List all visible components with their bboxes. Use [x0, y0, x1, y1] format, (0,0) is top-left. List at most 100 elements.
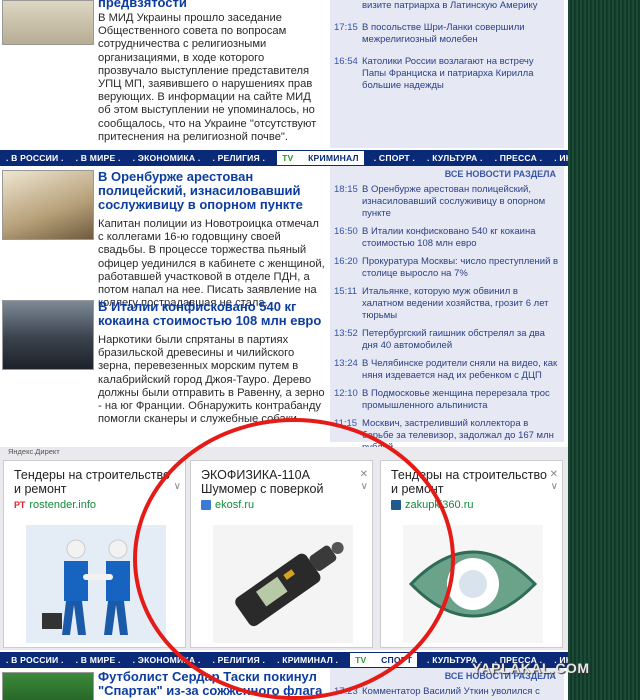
ad-domain-text: zakupki360.ru — [405, 499, 474, 511]
nav-sport[interactable]: . СПОРТ . — [374, 153, 415, 163]
news-time: 12:10 — [334, 388, 358, 399]
article-thumbnail[interactable] — [2, 300, 94, 370]
nav-inopressa[interactable]: . ИНОПРЕССА . — [554, 153, 568, 163]
favicon-icon — [201, 500, 211, 510]
news-text[interactable]: Петербургский гаишник обстрелял за два д… — [362, 328, 560, 352]
ad-card[interactable]: Тендеры на строительство и ремонт РТ ros… — [3, 460, 186, 648]
news-time — [334, 0, 362, 12]
article: предвзятости В МИД Украины прошло заседа… — [98, 0, 326, 144]
nav-crime-active[interactable]: TV КРИМИНАЛ — [277, 151, 364, 165]
news-item[interactable]: 18:15 В Оренбурже арестован полицейский, … — [330, 182, 564, 224]
news-time: 16:20 — [334, 256, 358, 267]
article-text: Наркотики были спрятаны в партиях бразил… — [98, 334, 325, 426]
tv-icon: TV — [355, 655, 367, 665]
nav-world[interactable]: . В МИРЕ . — [76, 655, 121, 665]
news-item[interactable]: 16:54 Католики России возлагают на встре… — [330, 50, 564, 96]
yandex-direct-label[interactable]: Яндекс.Директ — [8, 447, 60, 456]
news-item[interactable]: 16:50 В Италии конфисковано 540 кг кокаин… — [330, 224, 564, 254]
news-text[interactable]: Прокуратура Москвы: число преступлений в… — [362, 256, 560, 280]
ad-title[interactable]: ЭКОФИЗИКА-110А Шумомер с поверкой — [201, 468, 361, 496]
rubric-nav: . В РОССИИ . . В МИРЕ . . ЭКОНОМИКА . . … — [0, 150, 568, 166]
tv-icon: TV — [282, 153, 294, 163]
news-time: 15:11 — [334, 286, 358, 297]
news-text[interactable]: В Оренбурже арестован полицейский, изнас… — [362, 184, 560, 220]
ad-domain-text: ekosf.ru — [215, 499, 255, 511]
article: В Оренбурже арестован полицейский, изнас… — [98, 170, 326, 310]
ad-card[interactable]: ЭКОФИЗИКА-110А Шумомер с поверкой ekosf.… — [190, 460, 373, 648]
article: В Италии конфисковано 540 кг кокаина сто… — [98, 300, 326, 426]
nav-religion[interactable]: . РЕЛИГИЯ . — [212, 153, 265, 163]
article-text: В МИД Украины прошло заседание Обществен… — [98, 12, 317, 143]
news-item[interactable]: 15:11 Итальянке, которую муж обвинил в ха… — [330, 284, 564, 326]
close-icon[interactable]: ✕ — [550, 469, 558, 480]
nav-russia[interactable]: . В РОССИИ . — [6, 153, 64, 163]
article-thumbnail[interactable] — [2, 170, 94, 240]
nav-crime[interactable]: . КРИМИНАЛ . — [277, 655, 338, 665]
news-time: 16:50 — [334, 226, 358, 237]
nav-sport-label: СПОРТ — [381, 655, 413, 665]
news-item[interactable]: 13:24 В Челябинске родители сняли на виде… — [330, 356, 564, 386]
nav-economy[interactable]: . ЭКОНОМИКА . — [133, 153, 201, 163]
news-text[interactable]: Комментатор Василий Уткин уволился с — [362, 686, 540, 698]
nav-russia[interactable]: . В РОССИИ . — [6, 655, 64, 665]
news-item[interactable]: 17:15 В посольстве Шри-Ланки совершили м… — [330, 16, 564, 50]
handshake-illustration — [26, 525, 166, 643]
news-feed: визите патриарха в Латинскую Америку 17:… — [330, 0, 564, 148]
chevron-down-icon[interactable]: ∨ — [551, 481, 558, 492]
news-text[interactable]: В посольстве Шри-Ланки совершили межрели… — [362, 22, 560, 46]
news-text[interactable]: визите патриарха в Латинскую Америку — [362, 0, 538, 12]
article-headline[interactable]: предвзятости — [98, 0, 326, 10]
sound-meter-image — [213, 525, 353, 643]
news-item[interactable]: 17:23 Комментатор Василий Уткин уволился … — [330, 684, 564, 700]
news-item[interactable]: визите патриарха в Латинскую Америку — [330, 0, 564, 16]
eye-logo-image — [403, 525, 543, 643]
news-time: 18:15 — [334, 184, 358, 195]
ad-domain[interactable]: РТ rostender.info — [14, 499, 96, 511]
chevron-down-icon[interactable]: ∨ — [174, 481, 181, 492]
article: Футболист Сердар Таски покинул "Спартак"… — [98, 670, 326, 700]
news-text[interactable]: В Подмосковье женщина перерезала трос пр… — [362, 388, 560, 412]
watermark: YAPLAKAL.COM — [472, 660, 590, 676]
yandex-direct-block: Яндекс.Директ Тендеры на строительство и… — [0, 447, 568, 650]
article-headline[interactable]: В Италии конфисковано 540 кг кокаина сто… — [98, 300, 326, 328]
nav-culture[interactable]: . КУЛЬТУРА . — [427, 153, 483, 163]
nav-press[interactable]: . ПРЕССА . — [495, 153, 543, 163]
nav-economy[interactable]: . ЭКОНОМИКА . — [133, 655, 201, 665]
ad-domain[interactable]: ekosf.ru — [201, 499, 254, 511]
ad-title[interactable]: Тендеры на строительство и ремонт — [14, 468, 174, 496]
all-news-link[interactable]: ВСЕ НОВОСТИ РАЗДЕЛА — [330, 166, 564, 182]
news-time: 13:24 — [334, 358, 358, 369]
nav-sport-active[interactable]: TV СПОРТ — [350, 653, 418, 667]
religion-section: предвзятости В МИД Украины прошло заседа… — [0, 0, 568, 148]
article-headline[interactable]: Футболист Сердар Таски покинул "Спартак"… — [98, 670, 326, 700]
news-text[interactable]: В Челябинске родители сняли на видео, ка… — [362, 358, 560, 382]
news-item[interactable]: 16:20 Прокуратура Москвы: число преступле… — [330, 254, 564, 284]
article-headline[interactable]: В Оренбурже арестован полицейский, изнас… — [98, 170, 326, 212]
favicon-icon — [391, 500, 401, 510]
chevron-down-icon[interactable]: ∨ — [361, 481, 368, 492]
news-time: 17:23 — [334, 686, 358, 697]
ad-card[interactable]: Тендеры на строительство и ремонт zakupk… — [380, 460, 563, 648]
ad-domain[interactable]: zakupki360.ru — [391, 499, 474, 511]
article-text: Капитан полиции из Новотроицка отмечал с… — [98, 218, 325, 310]
news-text[interactable]: В Италии конфисковано 540 кг кокаина сто… — [362, 226, 560, 250]
nav-crime-label: КРИМИНАЛ — [308, 153, 359, 163]
nav-religion[interactable]: . РЕЛИГИЯ . — [212, 655, 265, 665]
news-time: 13:52 — [334, 328, 358, 339]
ad-title[interactable]: Тендеры на строительство и ремонт — [391, 468, 551, 496]
news-item[interactable]: 12:10 В Подмосковье женщина перерезала тр… — [330, 386, 564, 416]
article-thumbnail[interactable] — [2, 672, 94, 700]
news-text[interactable]: Католики России возлагают на встречу Пап… — [362, 56, 560, 92]
news-text[interactable]: Итальянке, которую муж обвинил в халатно… — [362, 286, 560, 322]
article-thumbnail[interactable] — [2, 0, 94, 45]
news-page: предвзятости В МИД Украины прошло заседа… — [0, 0, 568, 700]
news-item[interactable]: 13:52 Петербургский гаишник обстрелял за … — [330, 326, 564, 356]
ad-domain-text: rostender.info — [29, 499, 97, 511]
news-time: 16:54 — [334, 56, 358, 67]
news-time: 17:15 — [334, 22, 358, 33]
page-background-right — [568, 0, 640, 700]
close-icon[interactable]: ✕ — [360, 469, 368, 480]
nav-world[interactable]: . В МИРЕ . — [76, 153, 121, 163]
crime-section: В Оренбурже арестован полицейский, изнас… — [0, 166, 568, 453]
favicon-icon: РТ — [14, 500, 26, 510]
